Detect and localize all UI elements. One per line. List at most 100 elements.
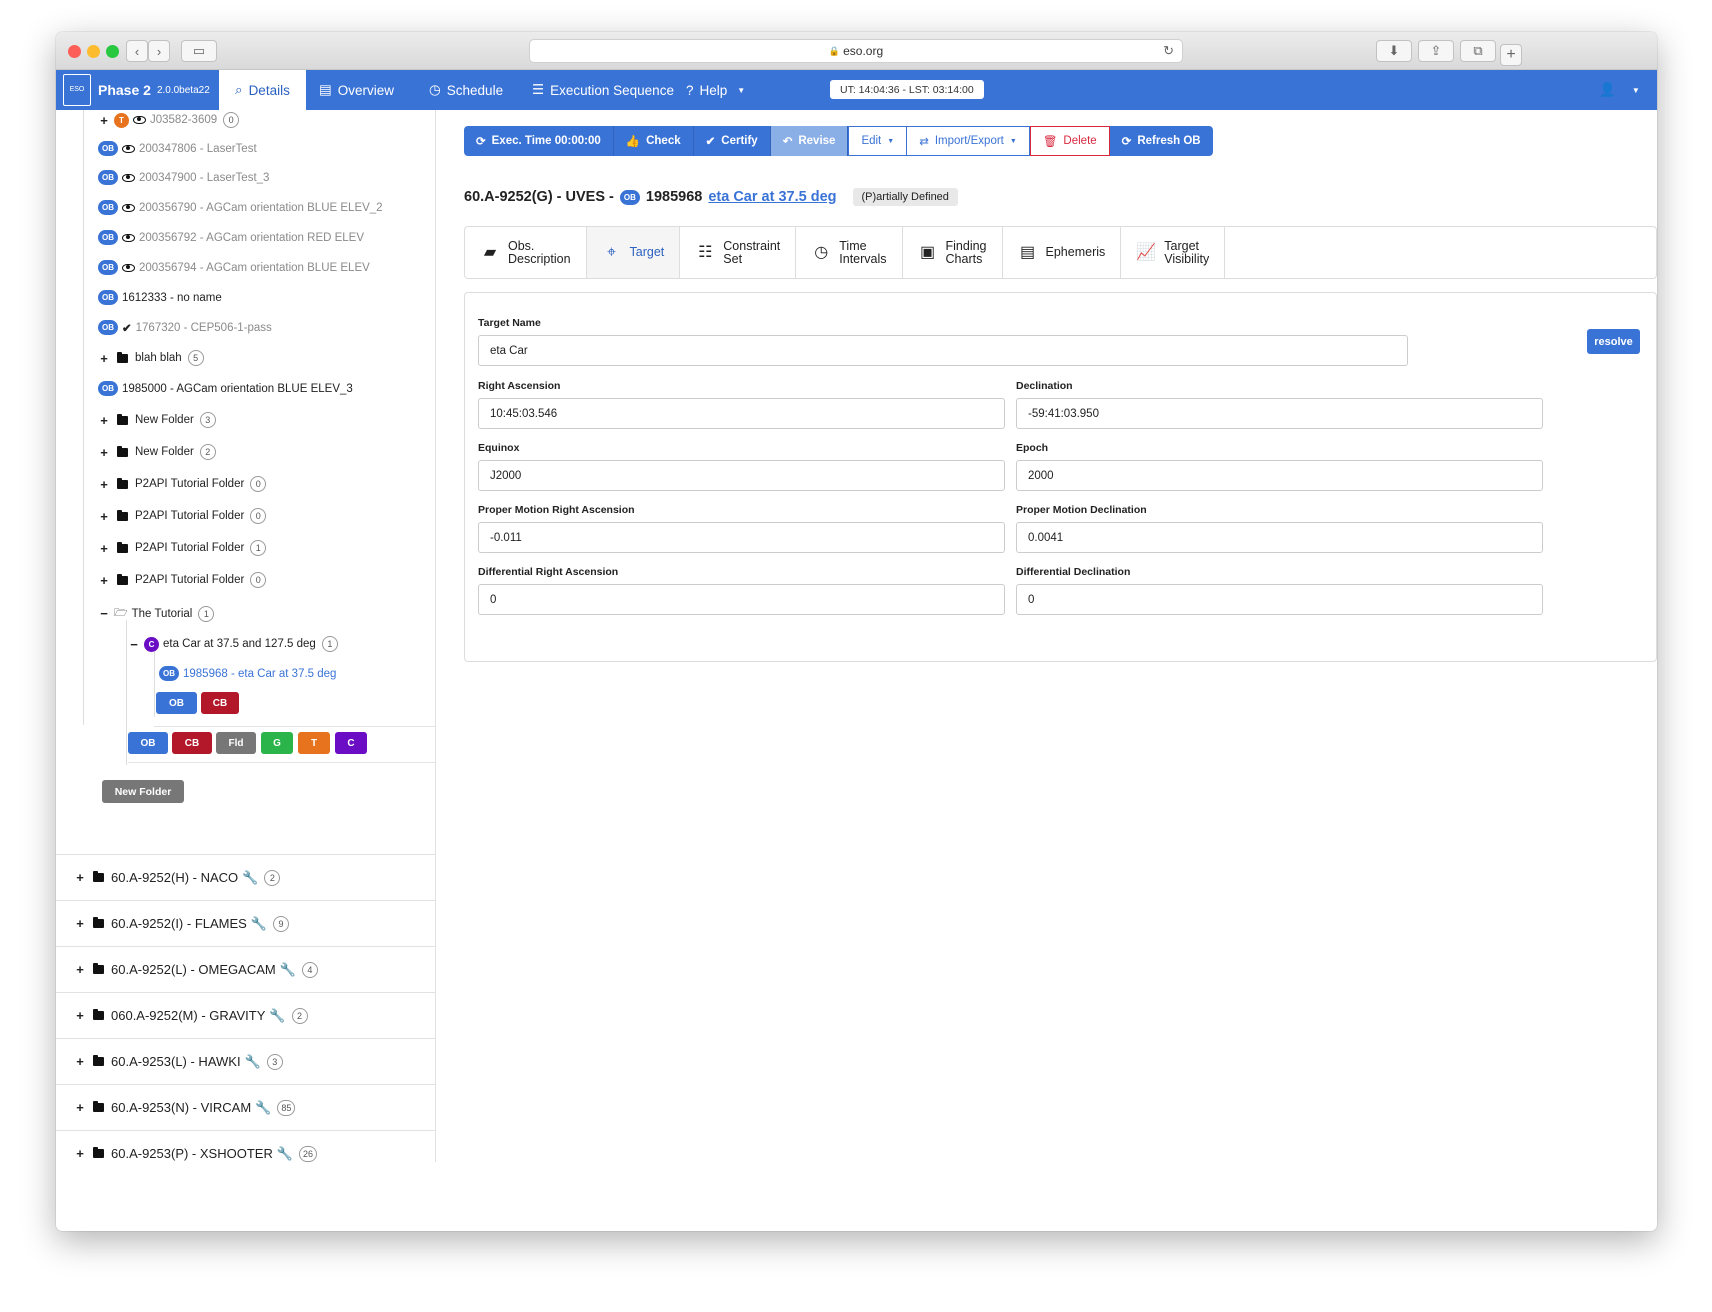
- add-ob-button[interactable]: OB: [128, 732, 168, 754]
- tree-folder[interactable]: + New Folder 2: [98, 444, 216, 460]
- add-cb-button[interactable]: CB: [172, 732, 212, 754]
- expand-icon[interactable]: +: [74, 962, 86, 977]
- expand-icon[interactable]: +: [74, 1100, 86, 1115]
- share-icon[interactable]: ⇪: [1418, 40, 1454, 62]
- program-row[interactable]: + 60.A-9253(N) - VIRCAM 🔧 85: [56, 1084, 435, 1130]
- tree-node[interactable]: OB 200356794 - AGCam orientation BLUE EL…: [98, 260, 370, 275]
- nav-details[interactable]: ⌕ Details: [219, 70, 306, 110]
- tree-node[interactable]: OB 200347900 - LaserTest_3: [98, 170, 269, 185]
- add-timelink-button[interactable]: T: [298, 732, 330, 754]
- program-row[interactable]: + 60.A-9252(H) - NACO 🔧 2: [56, 854, 435, 900]
- tree-container[interactable]: − C eta Car at 37.5 and 127.5 deg 1: [128, 636, 338, 652]
- tree-node[interactable]: + T J03582-3609 0: [98, 112, 240, 128]
- expand-icon[interactable]: +: [74, 916, 86, 931]
- app-title[interactable]: Phase 2 2.0.0beta22: [98, 70, 210, 110]
- expand-icon[interactable]: +: [98, 413, 110, 428]
- back-icon[interactable]: ‹: [126, 40, 148, 62]
- expand-icon[interactable]: +: [74, 1008, 86, 1023]
- new-tab-icon[interactable]: +: [1500, 44, 1522, 66]
- tab-target[interactable]: ⌖ Target: [586, 227, 681, 278]
- equinox-input[interactable]: J2000: [478, 460, 1005, 491]
- overview-icon: ▤: [319, 82, 332, 97]
- revise-button[interactable]: ↶ Revise: [770, 126, 849, 156]
- refresh-ob-button[interactable]: ⟳ Refresh OB: [1109, 126, 1213, 156]
- reload-icon[interactable]: ↻: [1163, 43, 1174, 59]
- eye-icon: [133, 116, 146, 124]
- certify-button[interactable]: ✔ Certify: [693, 126, 771, 156]
- diff-ra-input[interactable]: 0: [478, 584, 1005, 615]
- tree-node[interactable]: OB 200347806 - LaserTest: [98, 141, 257, 156]
- download-icon[interactable]: ⬇: [1376, 40, 1412, 62]
- tab-ephemeris[interactable]: ▤ Ephemeris: [1003, 227, 1122, 278]
- user-menu[interactable]: 👤 ▼: [1599, 70, 1640, 110]
- tree-node[interactable]: OB 200356790 - AGCam orientation BLUE EL…: [98, 200, 383, 215]
- expand-icon[interactable]: +: [98, 113, 110, 128]
- new-folder-button[interactable]: New Folder: [102, 780, 184, 803]
- ra-input[interactable]: 10:45:03.546: [478, 398, 1005, 429]
- sidebar-toggle-icon[interactable]: ▭: [181, 40, 217, 62]
- delete-button[interactable]: 🗑 Delete: [1029, 126, 1110, 156]
- address-bar[interactable]: 🔒 eso.org ↻: [529, 39, 1183, 63]
- tree-node[interactable]: OB 1612333 - no name: [98, 290, 222, 305]
- expand-icon[interactable]: +: [98, 351, 110, 366]
- minimize-window-button[interactable]: [87, 45, 100, 58]
- program-row[interactable]: + 60.A-9253(P) - XSHOOTER 🔧 26: [56, 1130, 435, 1162]
- pm-ra-input[interactable]: -0.011: [478, 522, 1005, 553]
- tree-node[interactable]: OB 1985000 - AGCam orientation BLUE ELEV…: [98, 381, 353, 396]
- expand-icon[interactable]: +: [74, 870, 86, 885]
- tree-folder-open[interactable]: − 🗁 The Tutorial 1: [98, 604, 215, 623]
- tree-folder[interactable]: + P2API Tutorial Folder 1: [98, 540, 267, 556]
- add-folder-button[interactable]: Fld: [216, 732, 256, 754]
- tree-node[interactable]: OB ✔ 1767320 - CEP506-1-pass: [98, 320, 272, 335]
- target-name-input[interactable]: eta Car: [478, 335, 1408, 366]
- expand-icon[interactable]: +: [98, 541, 110, 556]
- tree-folder[interactable]: + P2API Tutorial Folder 0: [98, 572, 267, 588]
- dec-input[interactable]: -59:41:03.950: [1016, 398, 1543, 429]
- expand-icon[interactable]: +: [98, 573, 110, 588]
- import-export-dropdown[interactable]: ⇄ Import/Export ▼: [907, 126, 1030, 156]
- tree-node[interactable]: OB 200356792 - AGCam orientation RED ELE…: [98, 230, 364, 245]
- forward-icon[interactable]: ›: [148, 40, 170, 62]
- expand-icon[interactable]: +: [98, 509, 110, 524]
- nav-overview[interactable]: ▤ Overview: [319, 70, 394, 110]
- pm-dec-input[interactable]: 0.0041: [1016, 522, 1543, 553]
- epoch-input[interactable]: 2000: [1016, 460, 1543, 491]
- add-ob-button[interactable]: OB: [156, 692, 197, 714]
- tree-folder[interactable]: + P2API Tutorial Folder 0: [98, 508, 267, 524]
- collapse-icon[interactable]: −: [128, 637, 140, 652]
- nav-execution-sequence[interactable]: ☰ Execution Sequence: [532, 70, 674, 110]
- tree-node-selected[interactable]: OB 1985968 - eta Car at 37.5 deg: [159, 666, 336, 681]
- expand-icon[interactable]: +: [98, 477, 110, 492]
- tab-obs-description[interactable]: ▰ Obs. Description: [465, 227, 587, 278]
- expand-icon[interactable]: +: [98, 445, 110, 460]
- program-row[interactable]: + 60.A-9252(L) - OMEGACAM 🔧 4: [56, 946, 435, 992]
- expand-icon[interactable]: +: [74, 1054, 86, 1069]
- tree-folder[interactable]: + blah blah 5: [98, 350, 204, 366]
- check-button[interactable]: 👍 Check: [613, 126, 694, 156]
- ob-name-link[interactable]: eta Car at 37.5 deg: [708, 189, 836, 205]
- collapse-icon[interactable]: −: [98, 606, 110, 621]
- maximize-window-button[interactable]: [106, 45, 119, 58]
- diff-dec-input[interactable]: 0: [1016, 584, 1543, 615]
- program-row[interactable]: + 60.A-9252(I) - FLAMES 🔧 9: [56, 900, 435, 946]
- close-window-button[interactable]: [68, 45, 81, 58]
- nav-help[interactable]: ? Help ▼: [686, 70, 745, 110]
- program-row[interactable]: + 060.A-9252(M) - GRAVITY 🔧 2: [56, 992, 435, 1038]
- tab-finding-charts[interactable]: ▣ Finding Charts: [903, 227, 1003, 278]
- tabs-icon[interactable]: ⧉: [1460, 40, 1496, 62]
- tree-folder[interactable]: + New Folder 3: [98, 412, 216, 428]
- expand-icon[interactable]: +: [74, 1146, 86, 1161]
- tab-constraint-set[interactable]: ☷ Constraint Set: [680, 227, 797, 278]
- exec-time-button[interactable]: ⟳ Exec. Time 00:00:00: [464, 126, 614, 156]
- add-cb-button[interactable]: CB: [201, 692, 239, 714]
- edit-dropdown[interactable]: Edit ▼: [848, 126, 908, 156]
- tab-time-intervals[interactable]: ◷ Time Intervals: [796, 227, 903, 278]
- nav-schedule[interactable]: ◷ Schedule: [429, 70, 503, 110]
- resolve-button[interactable]: resolve: [1587, 329, 1640, 354]
- crosshair-icon: ⌖: [607, 244, 617, 261]
- add-concatenation-button[interactable]: C: [335, 732, 367, 754]
- tab-target-visibility[interactable]: 📈 Target Visibility: [1121, 227, 1226, 278]
- tree-folder[interactable]: + P2API Tutorial Folder 0: [98, 476, 267, 492]
- program-row[interactable]: + 60.A-9253(L) - HAWKI 🔧 3: [56, 1038, 435, 1084]
- add-group-button[interactable]: G: [261, 732, 293, 754]
